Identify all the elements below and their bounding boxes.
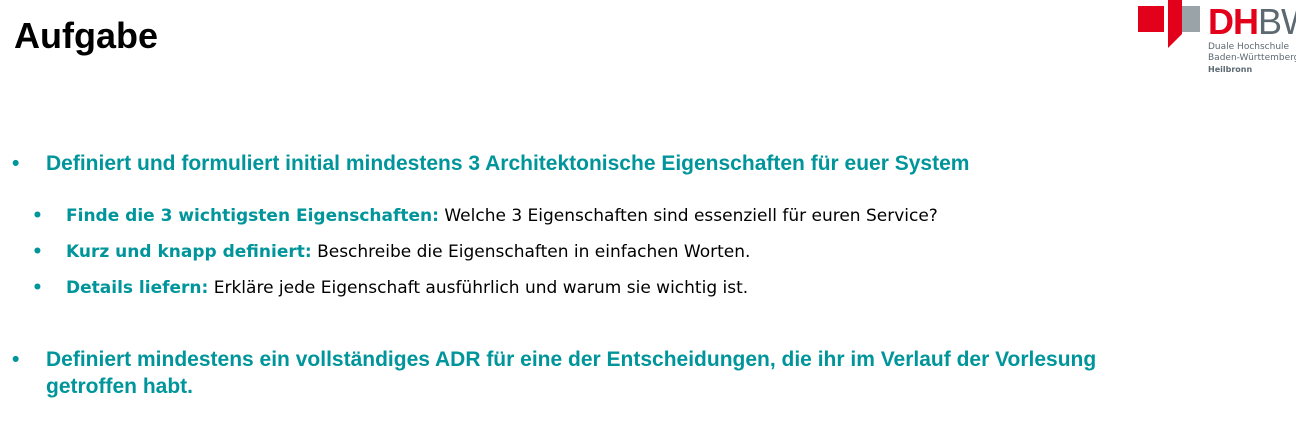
logo-wordmark: DHBW (1208, 2, 1296, 42)
bullet-item-adr: • Definiert mindestens ein vollständiges… (12, 346, 1192, 400)
sub-bullet-text: Kurz und knapp definiert: Beschreibe die… (66, 241, 1272, 263)
sub-bullet-text: Finde die 3 wichtigsten Eigenschaften: W… (66, 205, 1272, 227)
bullet-icon: • (12, 348, 20, 371)
sub-bullet-item-details: • Details liefern: Erkläre jede Eigensch… (32, 277, 1272, 299)
bullet-icon: • (12, 152, 20, 175)
logo-wordmark-bw: BW (1258, 1, 1296, 42)
dhbw-logo-icon (1138, 0, 1200, 48)
bullet-icon: • (32, 242, 43, 262)
sub-bullet-lead: Details liefern: (66, 278, 209, 298)
sub-bullet-lead: Kurz und knapp definiert: (66, 242, 312, 262)
bullet-item-architecture: • Definiert und formuliert initial minde… (12, 150, 1272, 177)
dhbw-logo: DHBW Duale Hochschule Baden-Württemberg … (1138, 0, 1296, 80)
sub-bullet-body: Beschreibe die Eigenschaften in einfache… (311, 242, 751, 262)
sub-bullet-item-define: • Kurz und knapp definiert: Beschreibe d… (32, 241, 1272, 263)
bullet-text: Definiert und formuliert initial mindest… (46, 152, 970, 175)
sub-bullet-text: Details liefern: Erkläre jede Eigenschaf… (66, 277, 1272, 299)
sub-bullet-body: Welche 3 Eigenschaften sind essenziell f… (438, 206, 938, 226)
bullet-icon: • (32, 278, 43, 298)
logo-city: Heilbronn (1208, 65, 1253, 74)
sub-bullet-body: Erkläre jede Eigenschaft ausführlich und… (208, 278, 749, 298)
bullet-icon: • (32, 206, 43, 226)
logo-subtitle: Duale Hochschule Baden-Württemberg (1208, 42, 1296, 64)
logo-subtitle-line2: Baden-Württemberg (1208, 53, 1296, 63)
slide-title: Aufgabe (14, 15, 158, 56)
sub-bullet-item-top3: • Finde die 3 wichtigsten Eigenschaften:… (32, 205, 1272, 227)
sub-bullet-lead: Finde die 3 wichtigsten Eigenschaften: (66, 206, 439, 226)
logo-subtitle-line1: Duale Hochschule (1208, 42, 1290, 52)
bullet-text: Definiert mindestens ein vollständiges A… (46, 348, 1097, 398)
logo-wordmark-dh: DH (1208, 1, 1259, 42)
